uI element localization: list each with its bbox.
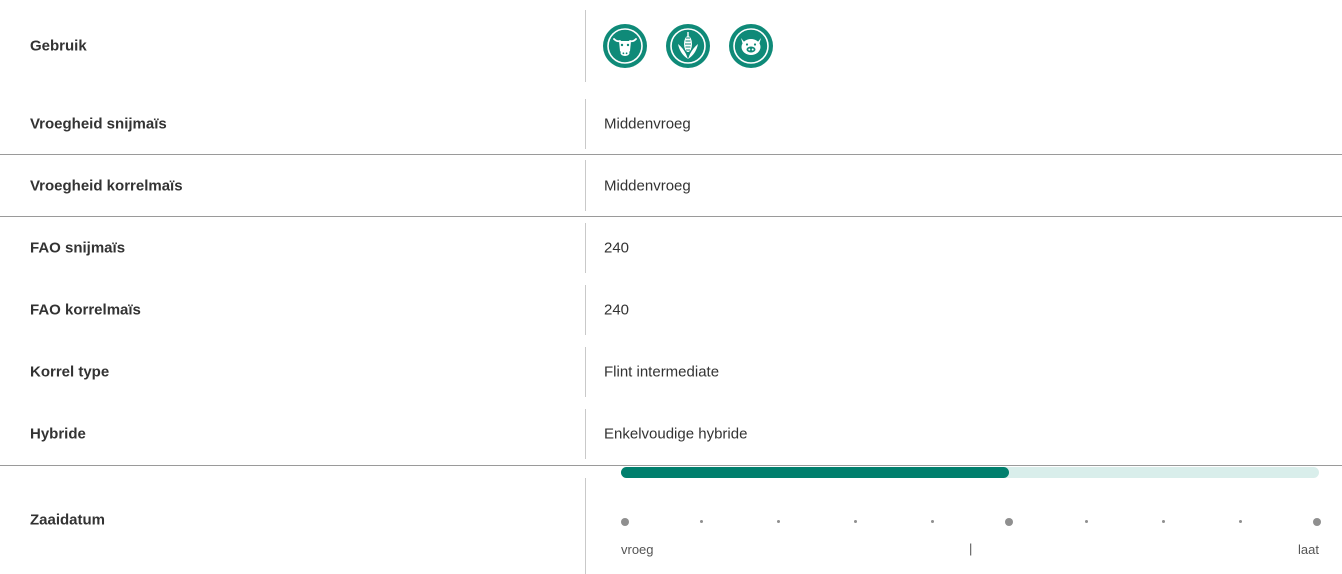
scale-minor-dot (1161, 520, 1165, 523)
sowing-date-scale: vroeg | laat (621, 466, 1321, 566)
scale-minor-dot (1238, 520, 1242, 523)
cow-icon (603, 24, 647, 68)
scale-end-label: laat (1298, 542, 1319, 557)
usage-icons (603, 24, 773, 68)
column-divider (585, 99, 586, 149)
column-divider (585, 478, 586, 574)
column-divider (585, 285, 586, 335)
scale-minor-dot (1084, 520, 1088, 523)
row-label: FAO korrelmaïs (30, 301, 141, 319)
scale-minor-dot (777, 520, 781, 523)
row-label: FAO snijmaïs (30, 239, 126, 257)
row-value: Middenvroeg (604, 115, 691, 133)
row-fao-korrelmais: FAO korrelmaïs 240 (0, 279, 1342, 341)
row-gebruik: Gebruik (0, 0, 1342, 92)
row-fao-snijmais: FAO snijmaïs 240 (0, 217, 1342, 279)
scale-major-dot (1313, 518, 1321, 526)
scale-minor-dot (931, 520, 935, 523)
row-hybride: Hybride Enkelvoudige hybride (0, 403, 1342, 465)
product-properties-table: Gebruik Vroegheid snijmaïs Middenvroeg V… (0, 0, 1342, 574)
column-divider (585, 10, 586, 82)
slider-fill (621, 467, 1009, 478)
row-vroegheid-snijmais: Vroegheid snijmaïs Middenvroeg (0, 94, 1342, 154)
row-korrel-type: Korrel type Flint intermediate (0, 341, 1342, 403)
row-label: Hybride (30, 425, 86, 443)
scale-minor-dot (700, 520, 704, 523)
row-value: 240 (604, 301, 630, 319)
row-label: Vroegheid snijmaïs (30, 115, 167, 133)
row-label: Zaaidatum (30, 511, 106, 529)
row-label: Vroegheid korrelmaïs (30, 177, 183, 194)
row-value: Enkelvoudige hybride (604, 425, 748, 443)
row-zaaidatum: Zaaidatum vroeg | laat (0, 466, 1342, 574)
row-vroegheid-korrelmais: Vroegheid korrelmaïs Middenvroeg (0, 155, 1342, 216)
row-value: Middenvroeg (604, 177, 691, 194)
scale-mid-marker: | (969, 541, 973, 556)
column-divider (585, 347, 586, 397)
column-divider (585, 160, 586, 211)
pig-icon (729, 24, 773, 68)
row-label: Gebruik (30, 37, 87, 55)
column-divider (585, 409, 586, 459)
column-divider (585, 223, 586, 273)
row-value: 240 (604, 239, 630, 257)
row-label: Korrel type (30, 363, 110, 381)
scale-start-label: vroeg (621, 542, 654, 557)
scale-major-dot (621, 518, 629, 526)
row-value: Flint intermediate (604, 363, 720, 381)
scale-minor-dot (854, 520, 858, 523)
scale-major-dot (1005, 518, 1014, 526)
corn-icon (666, 24, 710, 68)
